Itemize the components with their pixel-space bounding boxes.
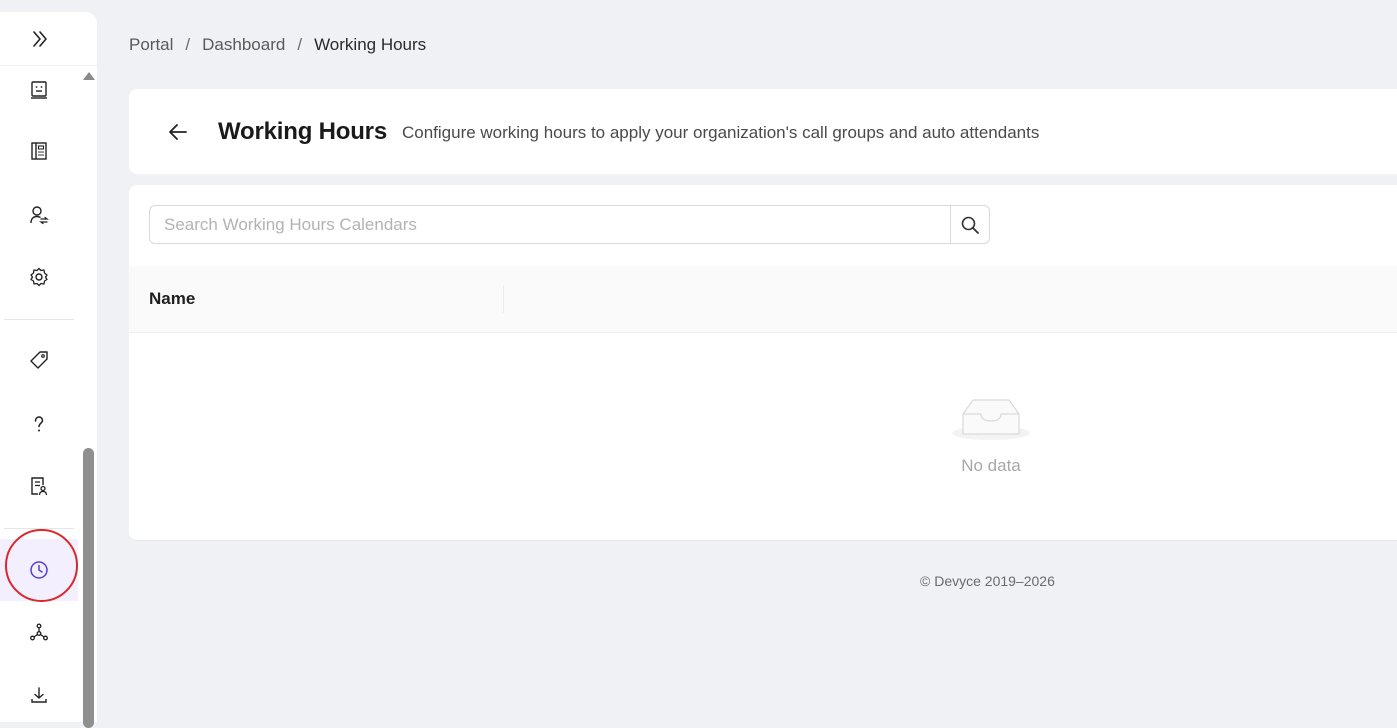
sidebar-item-tag[interactable] <box>0 329 78 391</box>
network-icon <box>30 623 48 641</box>
breadcrumb-separator: / <box>185 35 191 54</box>
sidebar-scrollbar[interactable] <box>80 66 97 728</box>
sidebar-item-network[interactable] <box>0 601 78 663</box>
sidebar-item-phonebook[interactable] <box>0 120 78 182</box>
sidebar-divider <box>4 319 74 320</box>
empty-inbox-icon <box>952 399 1030 440</box>
sidebar-item-user-switch[interactable] <box>0 184 78 246</box>
sidebar-item-download[interactable] <box>0 664 78 726</box>
sidebar-item-user-report[interactable] <box>0 455 78 517</box>
sidebar-item-working-hours[interactable] <box>0 539 78 601</box>
breadcrumb-separator: / <box>297 35 303 54</box>
breadcrumb: Portal / Dashboard / Working Hours <box>129 34 426 56</box>
back-button[interactable] <box>158 112 198 152</box>
sidebar-item-settings[interactable] <box>0 246 78 308</box>
tag-icon <box>30 351 48 369</box>
page-description: Configure working hours to apply your or… <box>401 122 1040 142</box>
breadcrumb-dashboard[interactable]: Dashboard <box>202 35 285 55</box>
page-title: Working Hours <box>218 117 387 145</box>
page-header: Working Hours Configure working hours to… <box>129 89 1397 174</box>
double-chevron-right-icon <box>32 30 47 47</box>
breadcrumb-portal[interactable]: Portal <box>129 35 173 55</box>
search-bar <box>149 205 990 244</box>
settings-gear-icon <box>30 267 48 287</box>
arrow-left-icon <box>169 123 187 140</box>
footer-copyright: © Devyce 2019–2026 <box>920 573 1055 589</box>
clock-icon <box>30 561 48 579</box>
breadcrumb-current: Working Hours <box>314 35 427 54</box>
search-icon <box>961 216 979 234</box>
phonebook-icon <box>31 142 47 160</box>
working-hours-list: Name No data <box>129 185 1397 541</box>
empty-text: No data <box>961 456 1021 475</box>
sidebar-item-help[interactable] <box>0 393 78 455</box>
sidebar-item-badge[interactable] <box>0 59 78 121</box>
sidebar-divider <box>4 528 74 529</box>
table-header: Name <box>129 266 1397 333</box>
scroll-up-arrow-icon[interactable] <box>83 72 95 80</box>
scrollbar-thumb[interactable] <box>83 448 94 728</box>
empty-state: No data <box>949 390 1033 476</box>
question-icon <box>34 416 44 432</box>
download-icon <box>31 687 47 703</box>
expand-sidebar-button[interactable] <box>0 12 97 66</box>
badge-icon <box>31 81 47 99</box>
user-switch-icon <box>30 206 49 225</box>
search-input[interactable] <box>149 205 951 244</box>
user-report-icon <box>31 477 48 496</box>
sidebar <box>0 0 97 728</box>
column-header-name[interactable]: Name <box>129 266 504 333</box>
search-button[interactable] <box>950 205 990 244</box>
